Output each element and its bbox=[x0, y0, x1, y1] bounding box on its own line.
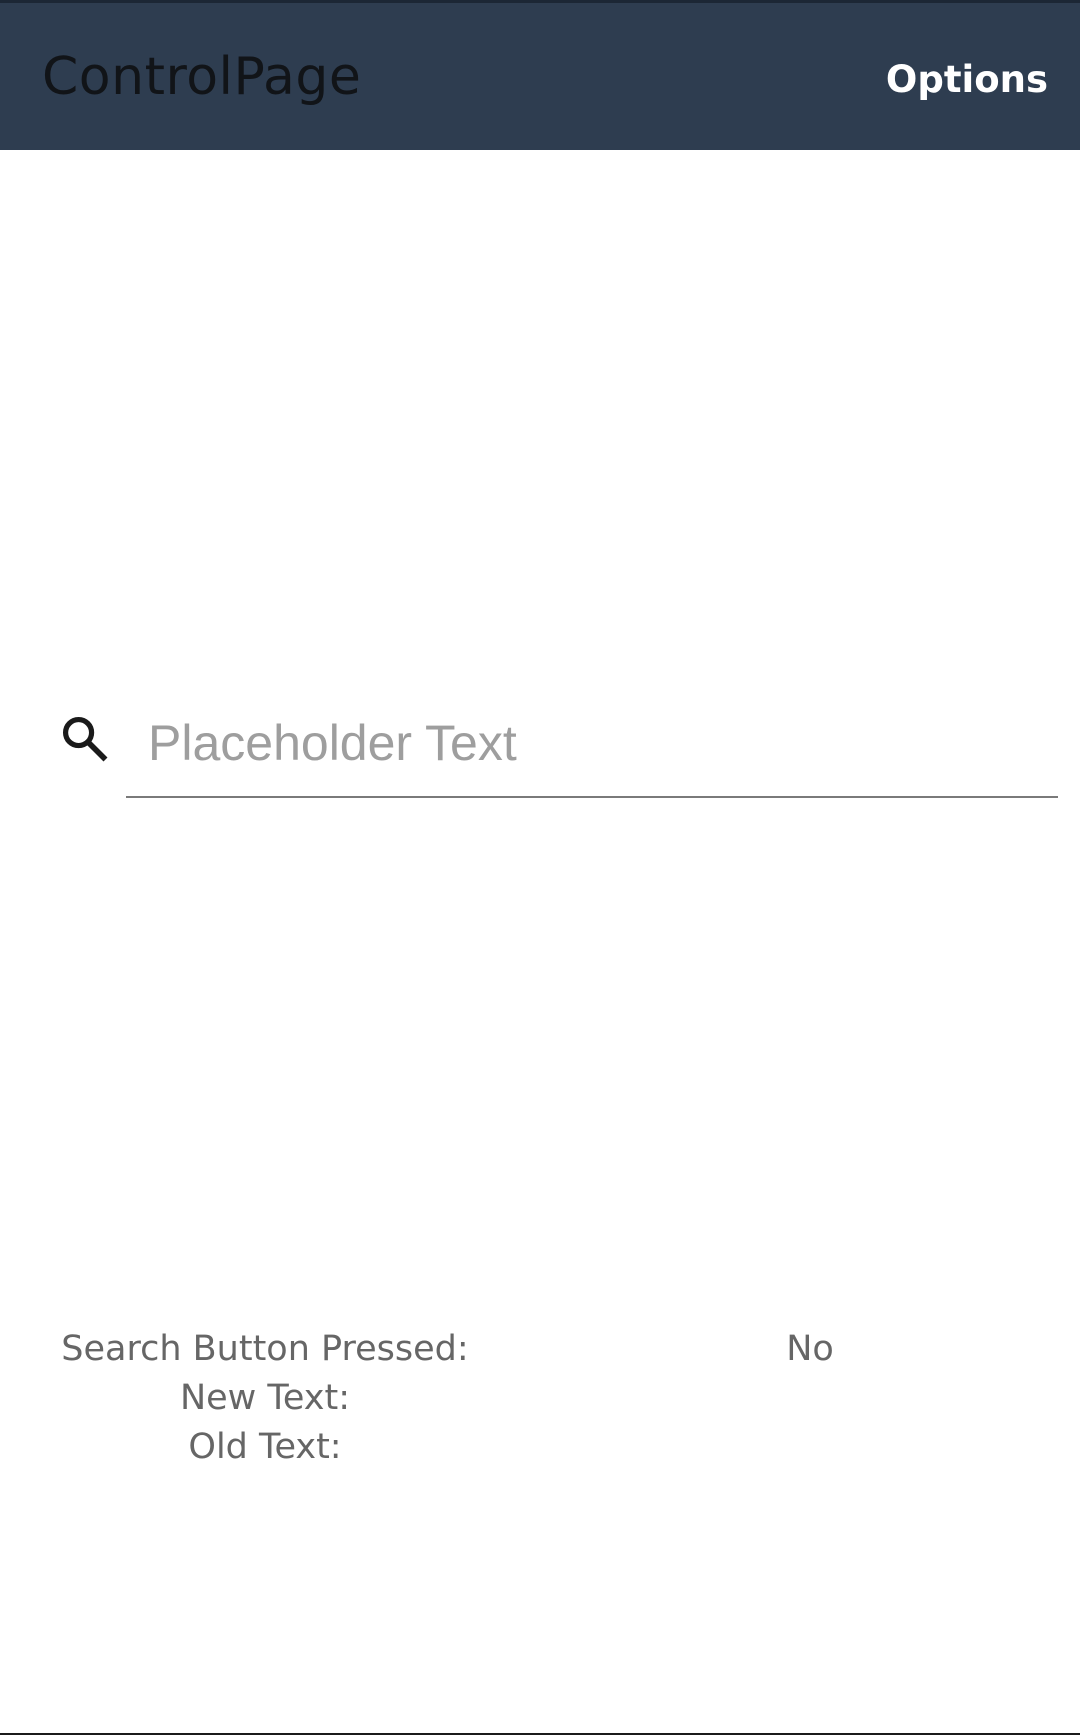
search-row bbox=[0, 690, 1080, 810]
new-text-label: New Text: bbox=[179, 1378, 351, 1418]
search-button-pressed-value: No bbox=[786, 1329, 834, 1369]
old-text-label: Old Text: bbox=[188, 1427, 342, 1467]
app-bar: ControlPage Options bbox=[0, 0, 1080, 150]
page-title: ControlPage bbox=[42, 47, 362, 107]
options-button[interactable]: Options bbox=[886, 58, 1048, 101]
search-icon bbox=[58, 712, 110, 764]
search-button-pressed-label: Search Button Pressed: bbox=[61, 1329, 469, 1369]
search-input[interactable] bbox=[126, 690, 1058, 798]
